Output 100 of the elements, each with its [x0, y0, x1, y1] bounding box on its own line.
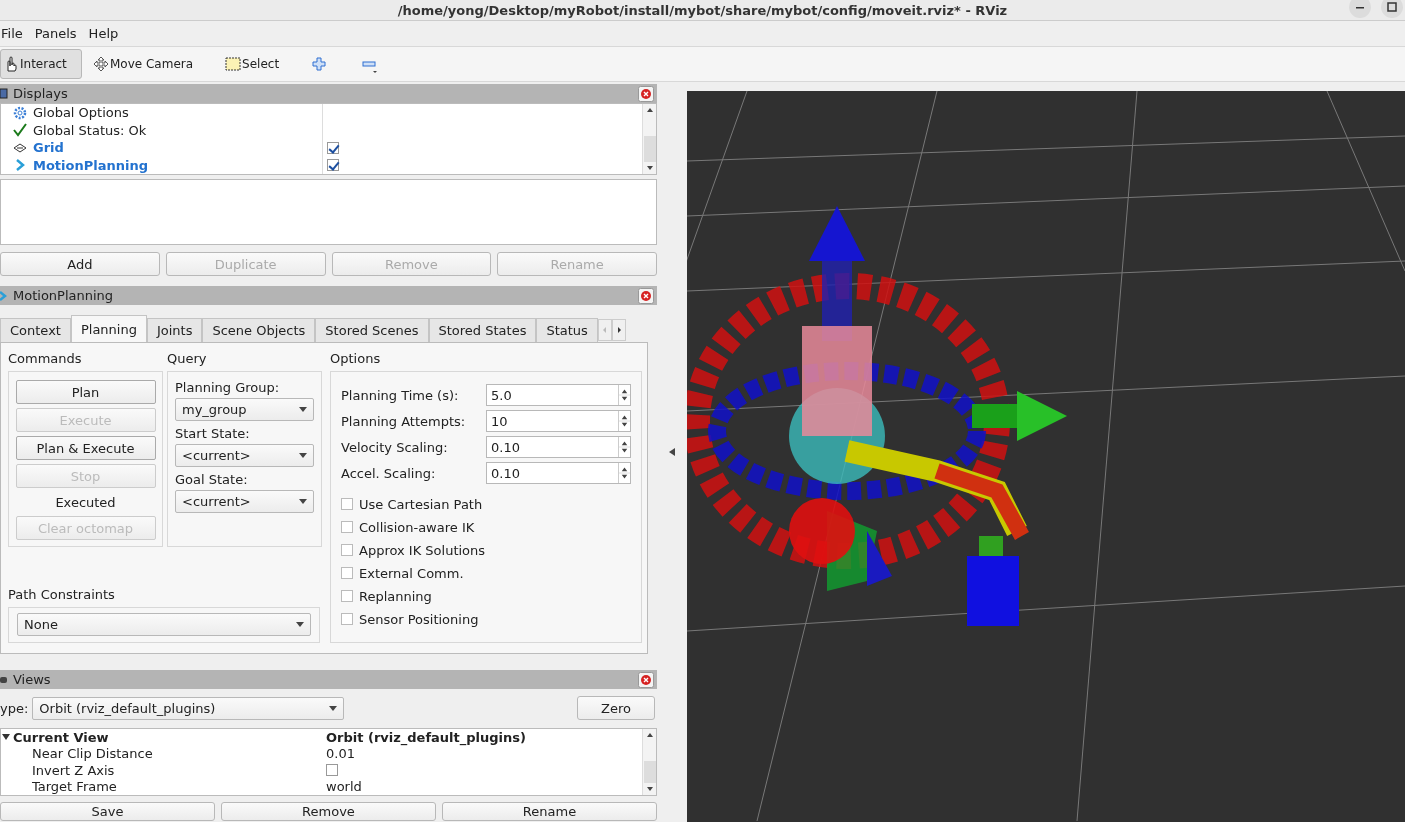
panel-button[interactable]: Add [0, 252, 160, 276]
close-icon[interactable] [638, 85, 654, 102]
remove-tool-icon[interactable] [362, 60, 379, 74]
checkbox[interactable] [341, 613, 353, 625]
scroll-right-icon[interactable] [611, 319, 626, 341]
checkbox[interactable] [327, 141, 339, 154]
3d-viewport[interactable] [687, 91, 1405, 822]
dropdown[interactable]: None [17, 613, 311, 636]
dropdown[interactable]: my_group [175, 398, 314, 421]
dropdown-arrow-icon [299, 407, 307, 412]
status-label: Executed [55, 493, 116, 512]
group-title: Commands [8, 351, 83, 366]
monitor-icon [0, 87, 8, 100]
checkbox[interactable] [341, 498, 353, 510]
spin-box[interactable]: 0.10 [486, 436, 631, 458]
panel-button[interactable]: Remove [221, 802, 436, 821]
property-name: Target Frame [31, 779, 117, 795]
spin-box[interactable]: 0.10 [486, 462, 631, 484]
chevron-icon [0, 289, 8, 302]
field-label: Planning Group: [175, 380, 281, 395]
checkbox[interactable] [326, 764, 338, 777]
checkbox-label: External Comm. [359, 565, 464, 581]
expand-arrow-icon[interactable] [2, 734, 10, 741]
field-label: Accel. Scaling: [341, 465, 436, 481]
tab[interactable]: Status [536, 318, 598, 342]
property-value: world [326, 779, 362, 795]
field-label: Goal State: [175, 472, 249, 487]
panel-title: Views [13, 672, 51, 687]
spin-arrows-icon[interactable] [618, 411, 630, 431]
dropdown[interactable]: Orbit (rviz_default_plugins) [32, 696, 345, 720]
move-arrows-icon [93, 56, 109, 72]
tab[interactable]: Stored States [428, 318, 537, 342]
tool-button[interactable]: Select [222, 49, 287, 79]
spin-box[interactable]: 5.0 [486, 384, 631, 406]
dropdown-arrow-icon [296, 622, 304, 627]
checkmark-icon [13, 123, 27, 138]
group-title: Path Constraints [8, 587, 116, 602]
property-name: Invert Z Axis [31, 762, 115, 778]
dropdown-arrow-icon [329, 705, 338, 711]
gear-icon [13, 105, 27, 120]
property-name: Current View [13, 729, 109, 745]
spin-arrows-icon[interactable] [618, 437, 630, 457]
tab[interactable]: Stored Scenes [315, 318, 429, 342]
tab[interactable]: Joints [146, 318, 203, 342]
tool-button[interactable]: Interact [0, 49, 82, 79]
close-icon[interactable] [638, 287, 654, 304]
dropdown[interactable]: <current> [175, 444, 314, 467]
scrollbar[interactable] [642, 104, 656, 174]
dropdown-arrow-icon [299, 453, 307, 458]
checkbox[interactable] [341, 567, 353, 579]
menu-item[interactable]: Panels [34, 26, 77, 41]
robot-marker-drawing[interactable] [687, 206, 1067, 626]
group-title: Options [330, 351, 382, 366]
close-icon[interactable] [638, 671, 654, 688]
minimize-icon[interactable] [1349, 0, 1371, 18]
menu-item[interactable]: File [1, 26, 23, 41]
spin-arrows-icon[interactable] [618, 385, 630, 405]
spin-box[interactable]: 10 [486, 410, 631, 432]
maximize-icon[interactable] [1381, 0, 1403, 18]
selection-rectangle-icon [225, 57, 242, 71]
panel-button[interactable]: Save [0, 802, 215, 821]
property-value: 0.01 [326, 746, 355, 762]
field-label: Planning Time (s): [341, 387, 459, 403]
checkbox[interactable] [341, 544, 353, 556]
scrollbar[interactable] [642, 729, 656, 795]
checkbox[interactable] [341, 521, 353, 533]
zero-button[interactable]: Zero [577, 696, 655, 720]
checkbox-label: Replanning [359, 588, 432, 604]
tree-item[interactable]: MotionPlanning [33, 157, 148, 173]
panel-title: Displays [13, 86, 68, 101]
tab[interactable]: Planning [70, 315, 147, 342]
tab[interactable]: Context [0, 318, 71, 342]
field-label: ype: [0, 700, 29, 716]
tree-item[interactable]: Global Status: Ok [33, 122, 147, 138]
tab[interactable]: Scene Objects [202, 318, 316, 342]
window-title: /home/yong/Desktop/myRobot/install/mybot/share/mybot/config/moveit.rviz* - RViz [397, 2, 1008, 18]
collapse-arrow-icon[interactable] [669, 448, 675, 456]
panel-title: MotionPlanning [13, 288, 114, 303]
property-name: Near Clip Distance [31, 746, 153, 762]
field-label: Planning Attempts: [341, 413, 466, 429]
panel-button[interactable]: Rename [442, 802, 657, 821]
field-label: Start State: [175, 426, 251, 441]
add-tool-icon[interactable] [312, 57, 327, 71]
checkbox-label: Collision-aware IK [359, 519, 475, 535]
spin-arrows-icon[interactable] [618, 463, 630, 483]
tree-item[interactable]: Grid [33, 140, 64, 156]
checkbox[interactable] [341, 590, 353, 602]
tool-button[interactable]: Move Camera [90, 49, 201, 79]
checkbox-label: Sensor Positioning [359, 611, 479, 627]
tree-item[interactable]: Global Options [33, 105, 129, 121]
dropdown-arrow-icon [299, 499, 307, 504]
checkbox-label: Use Cartesian Path [359, 496, 483, 512]
group-title: Query [167, 351, 208, 366]
checkbox[interactable] [327, 159, 339, 172]
menu-item[interactable]: Help [88, 26, 119, 41]
command-button[interactable]: Plan [15, 380, 156, 404]
command-button[interactable]: Plan & Execute [15, 436, 156, 460]
field-label: Velocity Scaling: [341, 439, 448, 455]
checkbox-label: Approx IK Solutions [359, 542, 486, 558]
dropdown[interactable]: <current> [175, 490, 314, 513]
